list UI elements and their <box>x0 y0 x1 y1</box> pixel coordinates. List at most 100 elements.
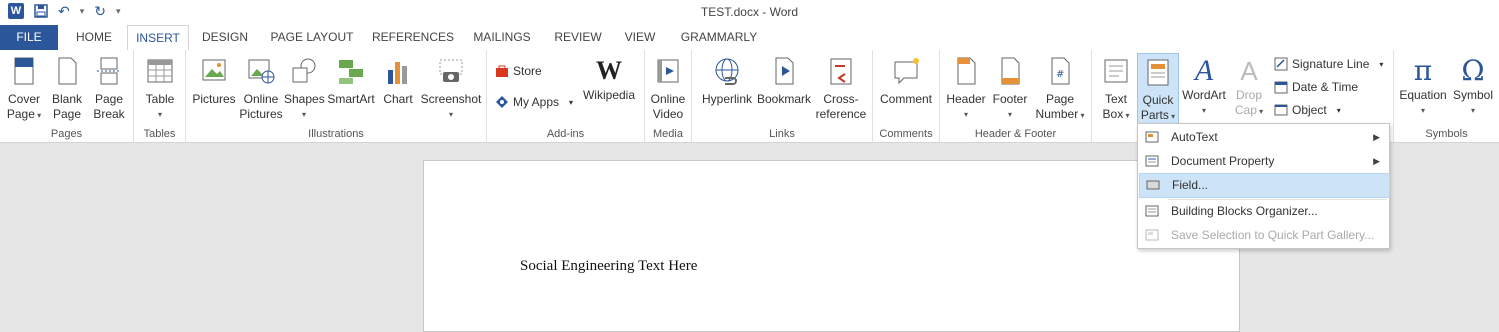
wordart-button[interactable]: A WordArt ▾ <box>1180 56 1228 118</box>
menu-item-autotext-label: AutoText <box>1171 130 1218 144</box>
hyperlink-button[interactable]: Hyperlink <box>698 56 756 107</box>
group-addins: Store My Apps ▾ W Wikipedia Add-ins <box>487 50 645 142</box>
comment-label: Comment <box>879 92 932 106</box>
document-text[interactable]: Social Engineering Text Here <box>520 258 697 275</box>
page-break-icon <box>97 57 121 85</box>
online-pictures-icon <box>248 59 275 84</box>
blank-page-button[interactable]: Blank Page <box>48 56 86 122</box>
header-button[interactable]: Header ▾ <box>943 56 989 122</box>
online-pictures-button[interactable]: Online Pictures <box>239 56 283 122</box>
signature-line-icon <box>1274 57 1288 71</box>
tab-review[interactable]: REVIEW <box>548 25 608 50</box>
wikipedia-button[interactable]: W Wikipedia <box>580 56 638 103</box>
cross-reference-label-2: reference <box>815 107 867 121</box>
my-apps-button[interactable]: My Apps ▾ <box>495 95 573 109</box>
table-icon <box>147 59 173 83</box>
menu-item-save-selection[interactable]: Save Selection to Quick Part Gallery... <box>1139 224 1388 247</box>
cross-reference-button[interactable]: Cross- reference <box>814 56 868 122</box>
group-pages: Cover Page ▾ Blank Page Page Break Pages <box>0 50 134 142</box>
group-label-addins: Add-ins <box>546 128 585 140</box>
shapes-button[interactable]: Shapes ▾ <box>284 56 325 122</box>
chevron-down-icon: ▾ <box>1256 107 1264 116</box>
chevron-down-icon: ▾ <box>1201 106 1206 115</box>
ribbon-tabs: FILE HOME INSERT DESIGN PAGE LAYOUT REFE… <box>0 25 1499 52</box>
quick-parts-menu: AutoText ▶ Document Property ▶ Field... … <box>1137 123 1390 249</box>
tab-page-layout[interactable]: PAGE LAYOUT <box>265 25 359 50</box>
chevron-down-icon: ▾ <box>1420 106 1425 115</box>
tab-design[interactable]: DESIGN <box>196 25 254 50</box>
chevron-down-icon: ▾ <box>301 110 306 119</box>
date-time-button[interactable]: Date & Time <box>1274 80 1358 94</box>
chevron-down-icon: ▾ <box>1470 106 1475 115</box>
footer-label: Footer <box>992 92 1028 106</box>
page-number-button[interactable]: # Page Number ▾ <box>1032 56 1088 123</box>
wordart-icon: A <box>1194 54 1214 87</box>
chevron-down-icon: ▾ <box>448 110 453 119</box>
menu-item-building-blocks-organizer-label: Building Blocks Organizer... <box>1171 204 1318 218</box>
online-pictures-label-1: Online <box>243 92 279 106</box>
group-links: Hyperlink Bookmark Cross- reference Link… <box>692 50 873 142</box>
online-video-icon <box>657 59 679 83</box>
page-break-button[interactable]: Page Break <box>90 56 128 122</box>
tab-mailings[interactable]: MAILINGS <box>466 25 538 50</box>
my-apps-label: My Apps <box>513 95 560 109</box>
symbol-label: Symbol <box>1452 88 1493 102</box>
chevron-down-icon: ▾ <box>34 111 42 120</box>
group-label-symbols: Symbols <box>1425 128 1468 140</box>
store-button[interactable]: Store <box>495 64 542 78</box>
quick-parts-button[interactable]: Quick Parts ▾ <box>1137 53 1179 126</box>
chart-button[interactable]: Chart <box>378 56 418 107</box>
title-bar: W ↶ ▾ ↻ ▾ TEST.docx - Word <box>0 0 1499 25</box>
comment-button[interactable]: Comment <box>876 56 936 107</box>
group-label-comments: Comments <box>879 128 933 140</box>
signature-line-button[interactable]: Signature Line ▾ <box>1274 57 1383 71</box>
hyperlink-icon <box>715 58 739 85</box>
tab-insert[interactable]: INSERT <box>127 25 189 52</box>
table-label: Table <box>145 92 175 106</box>
equation-button[interactable]: π Equation ▾ <box>1396 56 1450 118</box>
group-label-media: Media <box>653 128 683 140</box>
tab-view[interactable]: VIEW <box>616 25 664 50</box>
screenshot-button[interactable]: Screenshot ▾ <box>420 56 482 122</box>
screenshot-icon <box>439 59 463 82</box>
menu-item-document-property[interactable]: Document Property ▶ <box>1139 150 1388 173</box>
smartart-label: SmartArt <box>327 92 375 106</box>
shapes-label: Shapes <box>284 92 325 106</box>
page-number-icon: # <box>1051 57 1070 85</box>
cover-page-button[interactable]: Cover Page ▾ <box>4 56 44 123</box>
drop-cap-button[interactable]: A Drop Cap ▾ <box>1230 56 1268 119</box>
table-button[interactable]: Table ▾ <box>140 56 180 122</box>
tab-references[interactable]: REFERENCES <box>369 25 457 50</box>
chevron-down-icon: ▾ <box>1168 112 1176 121</box>
equation-label: Equation <box>1399 88 1447 102</box>
menu-item-building-blocks-organizer[interactable]: Building Blocks Organizer... <box>1139 200 1388 223</box>
symbol-button[interactable]: Ω Symbol ▾ <box>1450 56 1496 118</box>
pictures-button[interactable]: Pictures <box>191 56 237 107</box>
tab-home[interactable]: HOME <box>66 25 122 50</box>
store-label: Store <box>513 64 542 78</box>
object-button[interactable]: Object ▾ <box>1274 103 1341 117</box>
online-video-button[interactable]: Online Video <box>648 56 688 122</box>
smartart-button[interactable]: SmartArt <box>326 56 376 107</box>
page-number-label-2: Number <box>1035 107 1079 121</box>
document-page[interactable]: Social Engineering Text Here <box>423 160 1240 332</box>
menu-item-autotext[interactable]: AutoText ▶ <box>1139 126 1388 149</box>
svg-text:#: # <box>1056 69 1064 80</box>
tab-file[interactable]: FILE <box>0 25 58 50</box>
cover-page-label-1: Cover <box>7 92 40 106</box>
my-apps-icon <box>496 96 508 108</box>
wikipedia-label: Wikipedia <box>582 88 636 102</box>
group-label-pages: Pages <box>50 128 83 140</box>
drop-cap-label-2: Cap <box>1234 103 1257 117</box>
document-property-icon <box>1145 155 1159 167</box>
chevron-down-icon: ▾ <box>1007 110 1012 119</box>
wikipedia-icon: W <box>596 56 622 85</box>
online-video-label-1: Online <box>650 92 686 106</box>
bookmark-button[interactable]: Bookmark <box>756 56 812 107</box>
menu-item-field[interactable]: Field... <box>1139 173 1390 198</box>
text-box-button[interactable]: Text Box ▾ <box>1096 56 1136 123</box>
menu-item-field-label: Field... <box>1172 178 1209 192</box>
tab-grammarly[interactable]: GRAMMARLY <box>674 25 764 50</box>
footer-button[interactable]: Footer ▾ <box>988 56 1032 122</box>
blank-page-icon <box>58 57 77 85</box>
